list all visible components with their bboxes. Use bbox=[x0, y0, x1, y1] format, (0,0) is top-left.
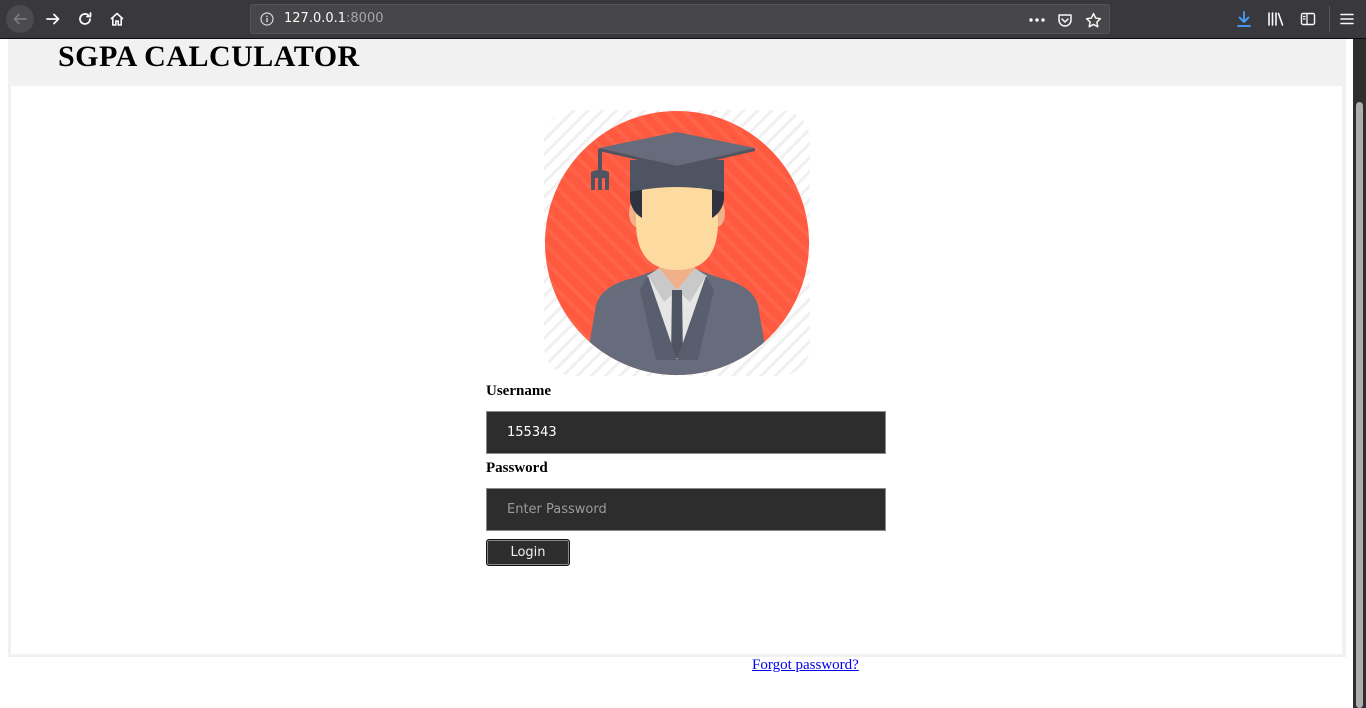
toolbar-separator bbox=[1329, 6, 1330, 32]
library-icon bbox=[1268, 12, 1284, 26]
url-text[interactable]: 127.0.0.1:8000 bbox=[284, 11, 384, 26]
pocket-button[interactable] bbox=[1055, 10, 1075, 30]
forward-arrow-icon bbox=[46, 13, 60, 25]
url-host: 127.0.0.1 bbox=[284, 11, 347, 26]
url-bar[interactable]: 127.0.0.1:8000 bbox=[250, 4, 1110, 34]
downloads-button[interactable] bbox=[1233, 8, 1255, 30]
menu-button[interactable] bbox=[1336, 8, 1358, 30]
pocket-icon bbox=[1058, 14, 1072, 27]
forward-button[interactable] bbox=[39, 5, 67, 33]
info-icon[interactable] bbox=[260, 12, 274, 26]
username-label: Username bbox=[486, 383, 551, 399]
url-actions bbox=[1027, 9, 1103, 31]
bookmark-star-icon bbox=[1085, 12, 1101, 28]
sidebar-button[interactable] bbox=[1297, 8, 1319, 30]
back-arrow-icon bbox=[13, 13, 27, 25]
bookmark-button[interactable] bbox=[1083, 10, 1103, 30]
browser-toolbar: 127.0.0.1:8000 bbox=[0, 0, 1366, 39]
more-dots-icon bbox=[1029, 18, 1045, 22]
menu-icon bbox=[1340, 13, 1354, 25]
login-button[interactable]: Login bbox=[486, 539, 570, 566]
sidebar-icon bbox=[1300, 12, 1316, 26]
scrollbar-thumb[interactable] bbox=[1356, 102, 1363, 708]
password-input[interactable] bbox=[486, 488, 886, 531]
password-label: Password bbox=[486, 460, 548, 476]
download-icon bbox=[1237, 11, 1251, 27]
back-button[interactable] bbox=[6, 5, 34, 33]
page-actions-button[interactable] bbox=[1027, 10, 1047, 30]
url-port: :8000 bbox=[346, 11, 384, 26]
reload-icon bbox=[79, 12, 92, 25]
home-button[interactable] bbox=[103, 5, 131, 33]
page-title: SGPA CALCULATOR bbox=[58, 40, 360, 73]
reload-button[interactable] bbox=[71, 5, 99, 33]
forgot-password-link[interactable]: Forgot password? bbox=[752, 657, 859, 674]
username-input[interactable] bbox=[486, 411, 886, 454]
library-button[interactable] bbox=[1265, 8, 1287, 30]
home-icon bbox=[110, 12, 124, 26]
graduate-avatar bbox=[544, 110, 810, 376]
